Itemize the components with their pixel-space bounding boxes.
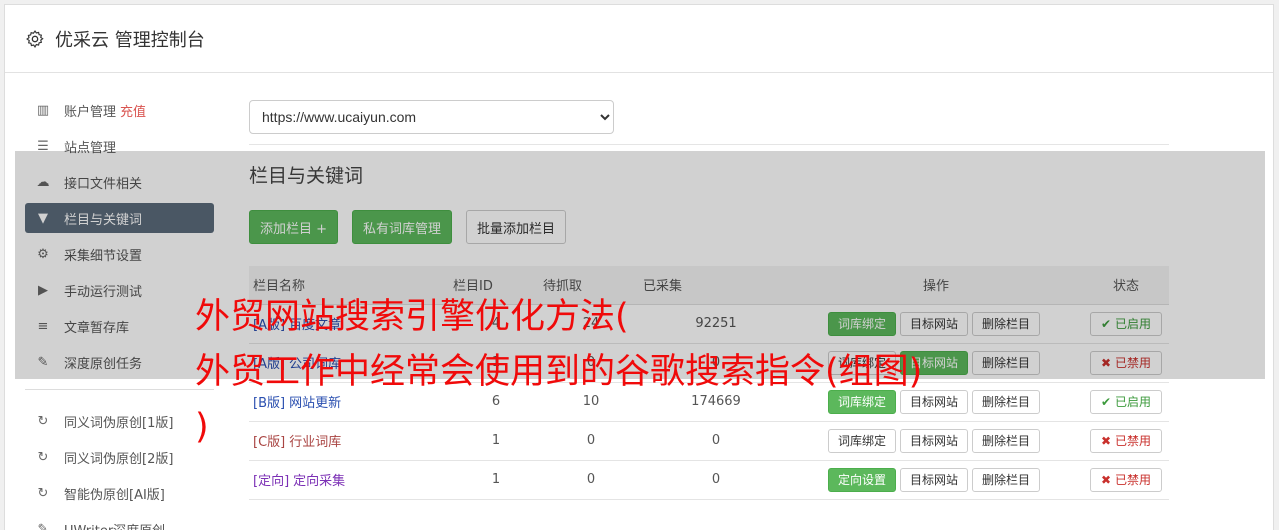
sidebar-item-label: 智能伪原创[AI版] bbox=[64, 487, 165, 503]
column-id: 1 bbox=[449, 460, 539, 500]
column-name[interactable]: 定向采集 bbox=[293, 474, 345, 489]
sidebar-item-label: 站点管理 bbox=[64, 140, 117, 156]
batch-add-button[interactable]: 批量添加栏目 bbox=[466, 210, 567, 244]
sidebar-item-ai-rewrite[interactable]: ↻ 智能伪原创[AI版] bbox=[25, 478, 214, 508]
sidebar-item-api-files[interactable]: ☁ 接口文件相关 bbox=[25, 167, 214, 197]
edit-icon: ✎ bbox=[37, 354, 49, 370]
divider bbox=[249, 144, 1169, 145]
refresh-icon: ↻ bbox=[37, 449, 49, 465]
site-select[interactable]: https://www.ucaiyun.com bbox=[249, 100, 614, 134]
edit-icon: ✎ bbox=[37, 521, 49, 530]
sidebar-item-account[interactable]: ▥ 账户管理 充值 bbox=[25, 95, 214, 125]
sidebar-item-label: 采集细节设置 bbox=[64, 248, 143, 264]
bar-chart-icon: ▥ bbox=[36, 102, 50, 118]
sidebar-item-label: 接口文件相关 bbox=[64, 176, 143, 192]
database-icon: ≡ bbox=[37, 318, 49, 334]
target-site-button[interactable]: 目标网站 bbox=[899, 467, 968, 492]
sidebar-item-synonym-v2[interactable]: ↻ 同义词伪原创[2版] bbox=[25, 442, 214, 472]
headline-line: 外贸工作中经常会使用到的谷歌搜索指令(组图) bbox=[195, 352, 923, 392]
sidebar-item-collect-settings[interactable]: ⚙ 采集细节设置 bbox=[25, 239, 214, 269]
collected-count: 0 bbox=[639, 460, 789, 500]
headline-line: 外贸网站搜索引擎优化方法( bbox=[195, 297, 629, 337]
recharge-link[interactable]: 充值 bbox=[120, 101, 146, 120]
sidebar-divider bbox=[25, 389, 214, 390]
sidebar-item-sites[interactable]: ☰ 站点管理 bbox=[25, 131, 214, 161]
server-icon: ☰ bbox=[37, 138, 49, 154]
sidebar-item-manual-run[interactable]: ▶ 手动运行测试 bbox=[25, 275, 214, 305]
cloud-upload-icon: ☁ bbox=[36, 174, 50, 190]
sidebar-item-label: 栏目与关键词 bbox=[64, 212, 143, 228]
table-row: [定向] 定向采集 1 0 0 定向设置 目标网站 删除栏目 ✖ 已禁用 bbox=[249, 460, 1169, 500]
overlay-headline: 外贸网站搜索引擎优化方法( 外贸工作中经常会使用到的谷歌搜索指令(组图) ) bbox=[195, 290, 1145, 455]
play-circle-icon: ▶ bbox=[38, 282, 48, 298]
sidebar-item-label: 同义词伪原创[2版] bbox=[64, 451, 174, 467]
app-header: 优采云 管理控制台 bbox=[5, 5, 1273, 73]
gear-icon bbox=[26, 29, 44, 48]
sidebar-item-label: 账户管理 bbox=[64, 104, 117, 120]
sidebar-item-uwriter[interactable]: ✎ UWriter深度原创 bbox=[25, 514, 214, 530]
sidebar-item-label: 同义词伪原创[1版] bbox=[64, 415, 174, 431]
cogs-icon: ⚙ bbox=[37, 246, 49, 262]
refresh-icon: ↻ bbox=[37, 485, 49, 501]
add-column-button[interactable]: 添加栏目 + bbox=[249, 210, 339, 244]
toolbar: 添加栏目 + 私有词库管理 批量添加栏目 bbox=[249, 210, 1169, 244]
refresh-icon: ↻ bbox=[37, 413, 49, 429]
cross-icon: ✖ bbox=[1101, 472, 1112, 487]
pending-count: 0 bbox=[539, 460, 639, 500]
sidebar-item-article-storage[interactable]: ≡ 文章暂存库 bbox=[25, 311, 214, 341]
status-toggle[interactable]: ✖ 已禁用 bbox=[1090, 467, 1162, 492]
status-label: 已禁用 bbox=[1114, 472, 1151, 487]
sidebar-item-synonym-v1[interactable]: ↻ 同义词伪原创[1版] bbox=[25, 406, 214, 436]
edition-tag: [定向] bbox=[253, 474, 290, 489]
sidebar: ▥ 账户管理 充值 ☰ 站点管理 ☁ 接口文件相关 ▼ 栏目与关键词 ⚙ 采集细… bbox=[25, 95, 214, 530]
directed-settings-button[interactable]: 定向设置 bbox=[827, 467, 896, 492]
sidebar-item-columns-keywords[interactable]: ▼ 栏目与关键词 bbox=[25, 203, 214, 233]
sidebar-item-label: 文章暂存库 bbox=[64, 320, 130, 336]
headline-line: ) bbox=[195, 407, 209, 447]
app-title: 优采云 管理控制台 bbox=[55, 29, 205, 51]
filter-icon: ▼ bbox=[38, 210, 48, 226]
sidebar-item-label: 深度原创任务 bbox=[64, 356, 143, 372]
sidebar-item-deep-original[interactable]: ✎ 深度原创任务 bbox=[25, 347, 214, 377]
sidebar-item-label: UWriter深度原创 bbox=[64, 520, 165, 530]
private-lexicon-button[interactable]: 私有词库管理 bbox=[352, 210, 453, 244]
sidebar-item-label: 手动运行测试 bbox=[64, 284, 143, 300]
delete-column-button[interactable]: 删除栏目 bbox=[972, 467, 1041, 492]
section-title: 栏目与关键词 bbox=[249, 165, 364, 187]
